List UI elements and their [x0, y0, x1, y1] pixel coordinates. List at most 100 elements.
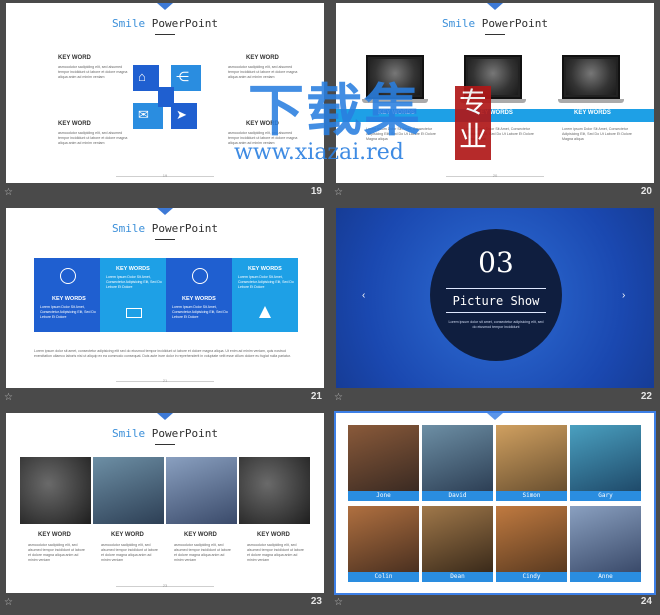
star-icon[interactable]: ☆: [334, 187, 343, 199]
section-subtitle: Picture Show: [452, 294, 540, 308]
name-label-david: David: [422, 491, 493, 501]
keyword-3: KEY WORDS: [574, 110, 611, 116]
title-marker-triangle: [157, 413, 173, 420]
photo-cindy: [496, 506, 567, 572]
watermark-url: www.xiazai.red: [234, 140, 404, 165]
name-label-gary: Gary: [570, 491, 641, 501]
panel-1: KEY WORDS Lorem Ipsum Dolor Sit Amet, Co…: [34, 258, 100, 332]
slide-title: Smile PowerPoint: [112, 427, 218, 440]
slide-thumb-21[interactable]: Smile PowerPoint KEY WORDS Lorem Ipsum D…: [0, 205, 330, 410]
keyword-1: KEY WORD: [38, 532, 71, 538]
page-number: 23: [162, 583, 168, 588]
divider-top: [446, 288, 546, 289]
keyword-3: KEY WORD: [184, 532, 217, 538]
slide-title: Smile PowerPoint: [112, 17, 218, 30]
laptop-photo-3: [558, 55, 624, 103]
photo-gary: [570, 425, 641, 491]
photo-1: [20, 457, 91, 524]
panel-2: KEY WORDS Lorem Ipsum Dolor Sit Amet, Co…: [100, 258, 166, 332]
photo-simon: [496, 425, 567, 491]
star-icon[interactable]: ☆: [4, 187, 13, 199]
chat-icon: ✉: [138, 107, 149, 122]
name-label-colin: Colin: [348, 572, 419, 582]
page-number: 21: [162, 378, 168, 383]
slide-22[interactable]: 03 Picture Show Lorem ipsum dolor sit am…: [336, 208, 654, 388]
title-marker-triangle: [487, 413, 503, 420]
slide-number: 23: [310, 596, 322, 607]
slide-21[interactable]: Smile PowerPoint KEY WORDS Lorem Ipsum D…: [6, 208, 324, 388]
slide-24[interactable]: Jone David Simon Gary Colin Dean Cindy A…: [336, 413, 654, 593]
keyword-top-right: KEY WORD: [246, 55, 279, 61]
slide-number: 24: [640, 596, 652, 607]
thumb-footer: ☆ 20: [330, 183, 660, 203]
share-icon: ⋲: [176, 69, 189, 84]
photo-dean: [422, 506, 493, 572]
slide-title: Smile PowerPoint: [442, 17, 548, 30]
search-icon: [60, 268, 76, 284]
name-label-anne: Anne: [570, 572, 641, 582]
star-icon[interactable]: ☆: [4, 597, 13, 609]
star-icon[interactable]: ☆: [4, 392, 13, 404]
cone-icon: [259, 306, 271, 318]
puzzle-piece-home: ⌂: [133, 65, 159, 91]
watermark-red-seal: 专业: [455, 86, 491, 160]
thumb-footer: ☆ 19: [0, 183, 330, 203]
right-arrow-icon[interactable]: ›: [622, 290, 625, 301]
slide-thumb-24[interactable]: Jone David Simon Gary Colin Dean Cindy A…: [330, 410, 660, 615]
divider-bottom: [446, 312, 546, 313]
page-number: 20: [492, 173, 498, 178]
puzzle-piece-share: ⋲: [171, 65, 201, 91]
name-label-dean: Dean: [422, 572, 493, 582]
photo-4: [239, 457, 310, 524]
gauge-icon: [192, 268, 208, 284]
name-label-cindy: Cindy: [496, 572, 567, 582]
photo-2: [93, 457, 164, 524]
title-marker-triangle: [157, 208, 173, 215]
slide-number: 21: [310, 391, 322, 402]
star-icon[interactable]: ☆: [334, 597, 343, 609]
title-underline: [485, 34, 505, 35]
photo-colin: [348, 506, 419, 572]
photo-david: [422, 425, 493, 491]
title-underline: [155, 34, 175, 35]
body-2: asmoodutor sadipiding elit, sed alsumed …: [101, 543, 158, 562]
keyword-4: KEY WORD: [257, 532, 290, 538]
body-top-left: asmoodutor sadipiding elit, sed alsumed …: [58, 65, 128, 79]
keyword-2: KEY WORD: [111, 532, 144, 538]
title-underline: [155, 444, 175, 445]
section-number: 03: [478, 246, 514, 279]
slide-thumb-22[interactable]: 03 Picture Show Lorem ipsum dolor sit am…: [330, 205, 660, 410]
section-text: Lorem ipsum dolor sit amet, consectetur …: [448, 320, 544, 329]
watermark-text: 下载集: [248, 79, 422, 144]
title-underline: [155, 239, 175, 240]
photo-jone: [348, 425, 419, 491]
slide-thumb-23[interactable]: Smile PowerPoint KEY WORD KEY WORD KEY W…: [0, 410, 330, 615]
body-bottom-left: asmoodutor sadipiding elit, sed alsumed …: [58, 131, 128, 145]
name-label-jone: Jone: [348, 491, 419, 501]
thumb-footer: ☆ 23: [0, 593, 330, 613]
body-3: Lorem ipsum Dolor Sit Amet, Consectetur …: [562, 127, 632, 141]
slide-number: 20: [640, 186, 652, 197]
keyword-top-left: KEY WORD: [58, 55, 91, 61]
name-label-simon: Simon: [496, 491, 567, 501]
thumb-footer: ☆ 22: [330, 388, 660, 408]
thumb-footer: ☆ 24: [330, 593, 660, 613]
slide-number: 19: [310, 186, 322, 197]
home-icon: ⌂: [138, 69, 146, 84]
thumb-footer: ☆ 21: [0, 388, 330, 408]
footer-paragraph: Lorem ipsum dolor sit amet, consectetur …: [34, 349, 291, 358]
photo-3: [166, 457, 237, 524]
title-marker-triangle: [487, 3, 503, 10]
left-arrow-icon[interactable]: ‹: [362, 290, 365, 301]
send-icon: ➤: [176, 107, 187, 122]
puzzle-piece-send: ➤: [171, 103, 197, 129]
photo-anne: [570, 506, 641, 572]
body-1: asmoodutor sadipiding elit, sed alsumed …: [28, 543, 85, 562]
slide-23[interactable]: Smile PowerPoint KEY WORD KEY WORD KEY W…: [6, 413, 324, 593]
body-3: asmoodutor sadipiding elit, sed alsumed …: [174, 543, 231, 562]
puzzle-center-piece: [158, 87, 174, 107]
star-icon[interactable]: ☆: [334, 392, 343, 404]
body-4: asmoodutor sadipiding elit, sed alsumed …: [247, 543, 304, 562]
title-marker-triangle: [157, 3, 173, 10]
panel-3: KEY WORDS Lorem Ipsum Dolor Sit Amet, Co…: [166, 258, 232, 332]
